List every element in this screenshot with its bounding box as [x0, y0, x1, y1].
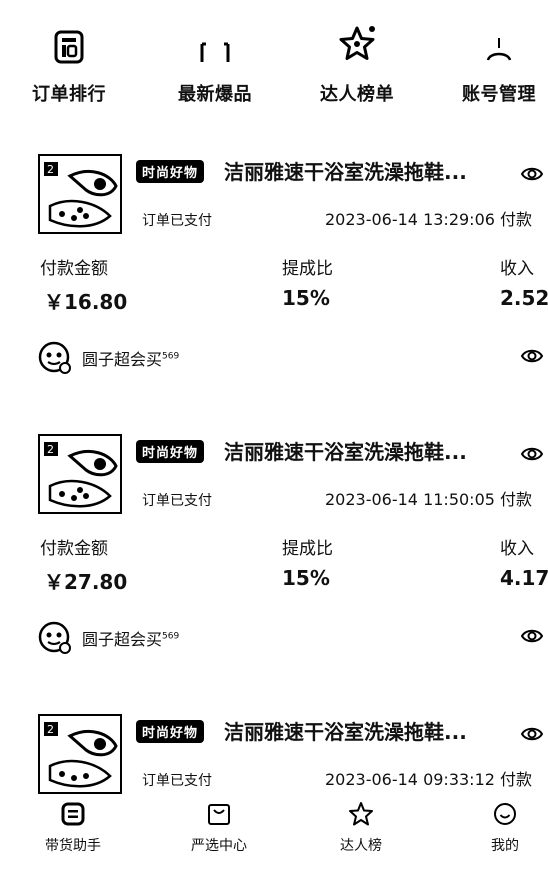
category-badge: 时尚好物 [136, 160, 205, 183]
bag-icon [208, 804, 230, 825]
smile-icon [494, 803, 516, 825]
order-status: 订单已支付 [142, 493, 212, 509]
bottom-nav-label: 我的 [491, 838, 519, 854]
bottom-nav: 带货助手 严选中心 达人榜 我的 [0, 795, 548, 885]
product-title[interactable]: 洁丽雅速干浴室洗澡拖鞋... [224, 436, 467, 465]
eye-icon[interactable] [520, 624, 544, 648]
influencer-name: 圆子超会买569 [82, 630, 180, 649]
order-status: 订单已支付 [142, 773, 212, 789]
top-nav: 订单排行 最新爆品 达人榜单 账号管理 [0, 0, 548, 120]
star-icon [339, 26, 375, 60]
bottom-nav-label: 达人榜 [340, 838, 382, 854]
product-thumbnail: 2 [38, 154, 122, 234]
payment-time: 2023-06-14 11:50:05 付款 [325, 490, 533, 509]
income-label: 收入 [500, 539, 534, 559]
rate-value: 15% [282, 286, 330, 310]
clipboard-icon [54, 30, 84, 64]
influencer-row[interactable]: 圆子超会买569 [38, 338, 179, 378]
category-badge: 时尚好物 [136, 720, 205, 743]
star-icon [349, 802, 373, 826]
bottom-nav-influencer-ranking[interactable]: 达人榜 [316, 799, 406, 855]
assistant-icon [61, 802, 85, 826]
order-card[interactable]: 2 时尚好物 洁丽雅速干浴室洗澡拖鞋... 订单已支付 2023-06-14 1… [0, 154, 548, 394]
eye-icon[interactable] [520, 722, 544, 746]
rate-label: 提成比 [282, 259, 333, 279]
income-value: 2.52 [500, 286, 548, 310]
top-nav-account-management[interactable]: 账号管理 [444, 12, 548, 106]
top-nav-new-products[interactable]: 最新爆品 [160, 12, 270, 106]
product-title[interactable]: 洁丽雅速干浴室洗澡拖鞋... [224, 156, 467, 185]
amount-label: 付款金额 [40, 539, 108, 559]
order-card[interactable]: 2 时尚好物 洁丽雅速干浴室洗澡拖鞋... 订单已支付 2023-06-14 1… [0, 434, 548, 674]
payment-time: 2023-06-14 13:29:06 付款 [325, 210, 533, 229]
eye-icon[interactable] [520, 442, 544, 466]
bottom-nav-mine[interactable]: 我的 [460, 799, 548, 855]
product-title[interactable]: 洁丽雅速干浴室洗澡拖鞋... [224, 716, 467, 745]
income-label: 收入 [500, 259, 534, 279]
bottom-nav-selection-center[interactable]: 严选中心 [174, 799, 264, 855]
influencer-name: 圆子超会买569 [82, 350, 180, 369]
avatar [38, 621, 71, 654]
order-card[interactable]: 2 时尚好物 洁丽雅速干浴室洗澡拖鞋... 订单已支付 2023-06-14 0… [0, 714, 548, 794]
rate-label: 提成比 [282, 539, 333, 559]
bottom-nav-label: 严选中心 [191, 838, 247, 854]
bottom-nav-label: 带货助手 [45, 838, 101, 854]
top-nav-label: 达人榜单 [320, 84, 394, 105]
product-thumbnail: 2 [38, 434, 122, 514]
rate-value: 15% [282, 566, 330, 590]
user-icon [486, 38, 512, 61]
top-nav-label: 最新爆品 [178, 84, 252, 105]
payment-time: 2023-06-14 09:33:12 付款 [325, 770, 533, 789]
avatar [38, 341, 71, 374]
eye-icon[interactable] [520, 344, 544, 368]
product-thumbnail: 2 [38, 714, 122, 794]
top-nav-influencer-list[interactable]: 达人榜单 [302, 12, 412, 106]
order-status: 订单已支付 [142, 213, 212, 229]
svg-text:2: 2 [47, 443, 54, 456]
eye-icon[interactable] [520, 162, 544, 186]
svg-text:2: 2 [47, 163, 54, 176]
income-value: 4.17 [500, 566, 548, 590]
amount-value: ￥16.80 [44, 290, 128, 314]
bottom-nav-assistant[interactable]: 带货助手 [28, 799, 118, 855]
top-nav-order-ranking[interactable]: 订单排行 [14, 12, 124, 106]
top-nav-label: 订单排行 [32, 84, 106, 105]
svg-text:2: 2 [47, 723, 54, 736]
bag-icon [200, 42, 230, 62]
category-badge: 时尚好物 [136, 440, 205, 463]
amount-value: ￥27.80 [44, 570, 128, 594]
influencer-row[interactable]: 圆子超会买569 [38, 618, 179, 658]
top-nav-label: 账号管理 [462, 84, 536, 105]
amount-label: 付款金额 [40, 259, 108, 279]
